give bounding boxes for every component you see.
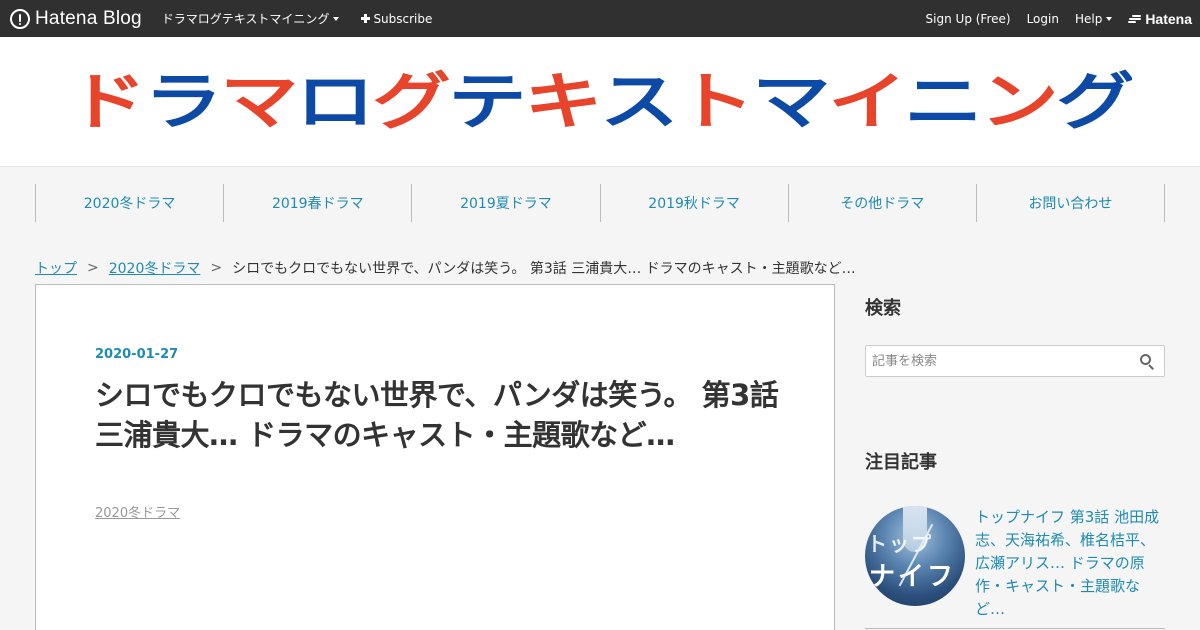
hatena-logo[interactable]: Hatena <box>1128 11 1192 27</box>
chevron-down-icon <box>333 16 340 21</box>
article-title[interactable]: シロでもクロでもない世界で、パンダは笑う。 第3話 三浦貴大… ドラマのキャスト… <box>95 375 785 455</box>
breadcrumb-top-link[interactable]: トップ <box>35 258 77 278</box>
featured-heading: 注目記事 <box>865 452 937 473</box>
blog-title-char: テ <box>448 65 527 138</box>
nav-item-1[interactable]: 2020冬ドラマ <box>35 184 223 222</box>
global-nav: 2020冬ドラマ 2019春ドラマ 2019夏ドラマ 2019秋ドラマ その他ドラマ お問… <box>35 184 1166 222</box>
blog-title-char: グ <box>1056 65 1132 138</box>
blog-title-text: ドラマログテキストマイニング <box>68 59 1132 145</box>
blog-title-char: マ <box>220 65 299 138</box>
sidebar: 検索 注目記事 トップ ナイフ トップナイフ 第3話 池田成志、天海祐希、椎名桔… <box>865 284 1165 630</box>
subscribe-button[interactable]: Subscribe <box>361 12 432 26</box>
blog-title-char: ド <box>68 65 147 138</box>
article-category-link[interactable]: 2020冬ドラマ <box>95 502 180 521</box>
featured-article-thumbnail[interactable]: トップ ナイフ <box>865 506 965 606</box>
subscribe-label: Subscribe <box>373 11 433 26</box>
divider <box>865 628 1165 629</box>
plus-icon <box>361 14 371 23</box>
search-icon[interactable] <box>1140 354 1155 370</box>
login-link[interactable]: Login <box>1027 12 1059 26</box>
breadcrumb-separator: > <box>210 260 223 276</box>
featured-article-item[interactable]: トップ ナイフ トップナイフ 第3話 池田成志、天海祐希、椎名桔平、広瀬アリス…… <box>865 506 1165 630</box>
blog-title-char: ン <box>980 65 1059 138</box>
blog-header: ドラマログテキストマイニング <box>0 37 1200 167</box>
hatena-blog-logo-icon <box>10 8 30 29</box>
blog-title-logo[interactable]: ドラマログテキストマイニング <box>68 59 1132 145</box>
blog-name-menu[interactable]: ドラマログテキストマイニング <box>162 10 340 27</box>
global-header-right: Sign Up (Free) Login Help Hatena <box>910 0 1192 37</box>
nav-item-2[interactable]: 2019春ドラマ <box>223 184 411 222</box>
blog-title-char: ロ <box>296 65 375 138</box>
blog-title-char: マ <box>752 65 831 138</box>
nav-item-4[interactable]: 2019秋ドラマ <box>599 184 788 222</box>
article-entry: 2020-01-27 シロでもクロでもない世界で、パンダは笑う。 第3話 三浦貴… <box>35 284 835 630</box>
blog-title-char: グ <box>372 65 451 138</box>
blog-title-char: ニ <box>904 65 983 138</box>
hatena-wing-icon <box>1128 14 1142 24</box>
signup-link[interactable]: Sign Up (Free) <box>926 12 1011 26</box>
hatena-logo-text: Hatena <box>1145 10 1192 27</box>
nav-item-3[interactable]: 2019夏ドラマ <box>411 184 599 222</box>
blog-title-char: キ <box>524 65 603 138</box>
blog-title-char: ス <box>600 65 679 138</box>
blog-name-label: ドラマログテキストマイニング <box>161 12 330 26</box>
breadcrumb-current: シロでもクロでもない世界で、パンダは笑う。 第3話 三浦貴大… ドラマのキャスト… <box>232 261 856 277</box>
chevron-down-icon <box>1106 16 1113 21</box>
search-form <box>865 345 1165 377</box>
breadcrumb-separator: > <box>87 260 99 276</box>
featured-article-title-link[interactable]: トップナイフ 第3話 池田成志、天海祐希、椎名桔平、広瀬アリス… ドラマの原作・… <box>975 506 1165 621</box>
nav-item-5[interactable]: その他ドラマ <box>787 184 976 222</box>
blog-title-char: ト <box>676 65 755 138</box>
article-date[interactable]: 2020-01-27 <box>95 347 178 362</box>
global-header-bar: Hatena Blog ドラマログテキストマイニング Subscribe Sig… <box>0 0 1200 37</box>
global-header-left: Hatena Blog ドラマログテキストマイニング Subscribe <box>10 0 432 37</box>
search-heading: 検索 <box>865 298 901 319</box>
help-menu[interactable]: Help <box>1074 11 1113 26</box>
nav-item-6[interactable]: お問い合わせ <box>975 184 1166 222</box>
breadcrumb-category-link[interactable]: 2020冬ドラマ <box>109 258 201 278</box>
hatena-blog-logo[interactable]: Hatena Blog <box>10 8 142 30</box>
breadcrumb: トップ > 2020冬ドラマ > シロでもクロでもない世界で、パンダは笑う。 第… <box>35 258 856 278</box>
blog-title-char: イ <box>828 65 907 138</box>
hatena-blog-logo-text: Hatena Blog <box>35 7 142 29</box>
search-input[interactable] <box>866 346 1126 376</box>
help-label: Help <box>1074 11 1103 26</box>
blog-title-char: ラ <box>144 65 223 138</box>
